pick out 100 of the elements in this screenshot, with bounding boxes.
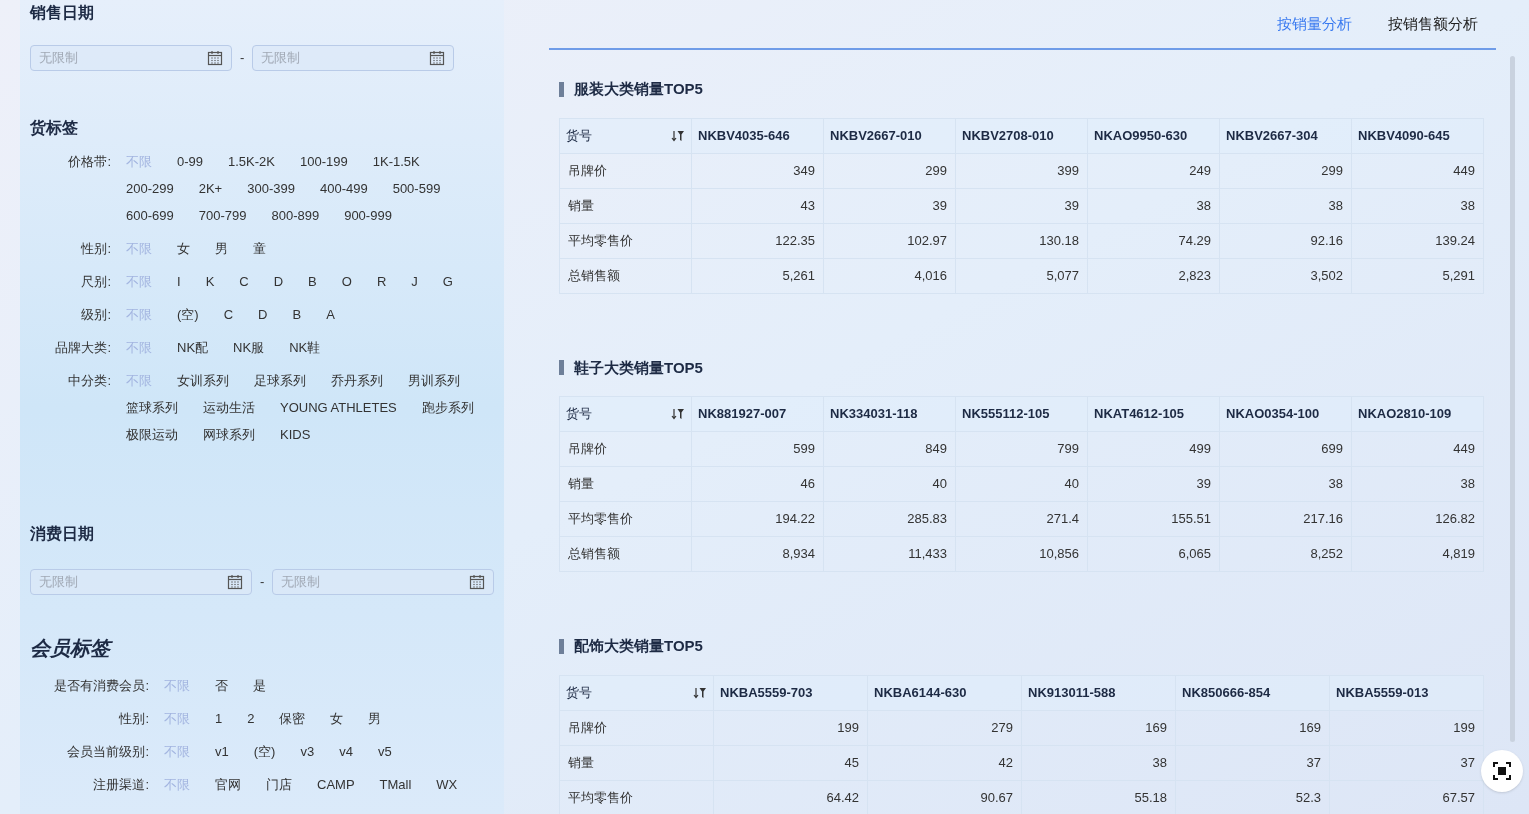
filter-option[interactable]: 童: [253, 238, 266, 260]
filter-option[interactable]: 500-599: [392, 178, 441, 200]
filter-option[interactable]: 2K+: [198, 178, 223, 200]
date-input[interactable]: 无限制: [261, 48, 430, 68]
sort-filter-icon[interactable]: [671, 129, 685, 142]
header-text: 货号: [566, 683, 592, 702]
filter-option[interactable]: v4: [339, 741, 353, 763]
filter-label: 注册渠道:: [92, 776, 150, 794]
filter-option[interactable]: 门店: [266, 774, 292, 796]
date-field[interactable]: 无限制: [30, 569, 252, 595]
table-cell: 38: [1351, 466, 1484, 502]
filter-option[interactable]: 女训系列: [177, 370, 229, 392]
filter-option[interactable]: G: [442, 271, 453, 293]
calendar-icon: [227, 574, 243, 590]
filter-option[interactable]: J: [411, 271, 418, 293]
filter-option[interactable]: 运动生活: [203, 397, 255, 419]
table-cell: 799: [955, 431, 1088, 467]
fullscreen-button[interactable]: [1481, 750, 1523, 792]
filter-option[interactable]: 女: [177, 238, 190, 260]
row-label: 吊牌价: [559, 431, 692, 467]
filter-option[interactable]: 600-699: [126, 205, 174, 227]
analysis-tab[interactable]: 按销售额分析: [1388, 12, 1478, 36]
filter-option[interactable]: I: [177, 271, 181, 293]
filter-option[interactable]: D: [273, 271, 284, 293]
filter-option[interactable]: 800-899: [271, 205, 320, 227]
date-field[interactable]: 无限制: [272, 569, 495, 595]
filter-option[interactable]: K: [205, 271, 215, 293]
filter-label: 是否有消费会员:: [53, 677, 150, 695]
filter-option[interactable]: 保密: [279, 708, 306, 730]
filter-option[interactable]: v5: [377, 741, 392, 763]
filter-option[interactable]: 200-299: [126, 178, 174, 200]
filter-option[interactable]: C: [223, 304, 234, 326]
filter-option[interactable]: 100-199: [300, 151, 348, 173]
date-input[interactable]: 无限制: [39, 572, 227, 592]
table-cell: 4,016: [823, 258, 956, 293]
filter-option[interactable]: WX: [436, 774, 458, 796]
filter-option[interactable]: 1: [215, 708, 223, 730]
filter-option[interactable]: TMall: [379, 774, 412, 796]
table-cell: 11,433: [823, 536, 956, 572]
date-field[interactable]: 无限制: [30, 45, 232, 71]
table-cell: 92.16: [1219, 223, 1352, 258]
filter-option[interactable]: KIDS: [280, 424, 311, 446]
section-title: 会员标签: [30, 635, 504, 661]
column-header: NKBA6144-630: [867, 675, 1022, 710]
filter-option[interactable]: 0-99: [177, 151, 204, 173]
filter-option[interactable]: 400-499: [319, 178, 368, 200]
filter-option[interactable]: A: [326, 304, 335, 326]
filter-option[interactable]: 男训系列: [408, 370, 460, 392]
table-cell: 279: [867, 710, 1022, 745]
filter-option[interactable]: 是: [253, 675, 266, 697]
filter-option[interactable]: 女: [330, 708, 344, 730]
filter-option[interactable]: 男: [215, 238, 228, 260]
filter-option[interactable]: 足球系列: [254, 370, 306, 392]
filter-label: 会员当前级别:: [66, 743, 150, 761]
filter-option[interactable]: 否: [215, 675, 228, 697]
table-cell: 849: [823, 431, 956, 467]
filter-option[interactable]: (空): [177, 304, 199, 326]
filter-option[interactable]: 跑步系列: [421, 397, 474, 419]
filter-option[interactable]: 官网: [215, 774, 241, 796]
date-input[interactable]: 无限制: [281, 572, 470, 592]
filter-option[interactable]: R: [376, 271, 387, 293]
filter-option[interactable]: D: [258, 304, 268, 326]
filter-option[interactable]: (空): [253, 741, 276, 763]
date-input[interactable]: 无限制: [39, 48, 207, 68]
filter-option[interactable]: NK服: [233, 337, 265, 359]
filter-option[interactable]: CAMP: [317, 774, 355, 796]
filter-option[interactable]: B: [308, 271, 317, 293]
filter-option[interactable]: 篮球系列: [126, 397, 178, 419]
filter-option[interactable]: 极限运动: [126, 424, 178, 446]
filter-option[interactable]: O: [341, 271, 352, 293]
column-header: NK334031-118: [823, 396, 956, 432]
filter-option[interactable]: YOUNG ATHLETES: [280, 397, 397, 419]
filter-option[interactable]: B: [292, 304, 302, 326]
filter-option[interactable]: 乔丹系列: [331, 370, 383, 392]
filter-option[interactable]: v1: [215, 741, 229, 763]
filter-option[interactable]: 1K-1.5K: [372, 151, 420, 173]
filter-option[interactable]: v3: [300, 741, 315, 763]
table-cell: 6,065: [1087, 536, 1220, 572]
filter-option[interactable]: 300-399: [247, 178, 295, 200]
table-cell: 449: [1351, 431, 1484, 467]
table-cell: 102.97: [823, 223, 956, 258]
filter-option[interactable]: 900-999: [344, 205, 392, 227]
filter-option[interactable]: C: [239, 271, 249, 293]
filter-option[interactable]: NK鞋: [289, 337, 321, 359]
calendar-icon: [207, 50, 223, 66]
table-cell: 217.16: [1219, 501, 1352, 537]
table-cell: 299: [823, 153, 956, 188]
filter-option[interactable]: 男: [368, 708, 382, 730]
analysis-tab[interactable]: 按销量分析: [1277, 12, 1352, 36]
table-cell: 5,077: [955, 258, 1088, 293]
filter-option[interactable]: 2: [247, 708, 255, 730]
table-cell: 43: [691, 188, 824, 223]
filter-option[interactable]: 1.5K-2K: [228, 151, 275, 173]
date-field[interactable]: 无限制: [252, 45, 455, 71]
sort-filter-icon[interactable]: [693, 686, 707, 699]
filter-option[interactable]: 网球系列: [203, 424, 255, 446]
sort-filter-icon[interactable]: [671, 408, 685, 420]
filter-option[interactable]: 700-799: [198, 205, 247, 227]
column-header: NK913011-588: [1021, 675, 1176, 710]
filter-option[interactable]: NK配: [177, 337, 209, 359]
